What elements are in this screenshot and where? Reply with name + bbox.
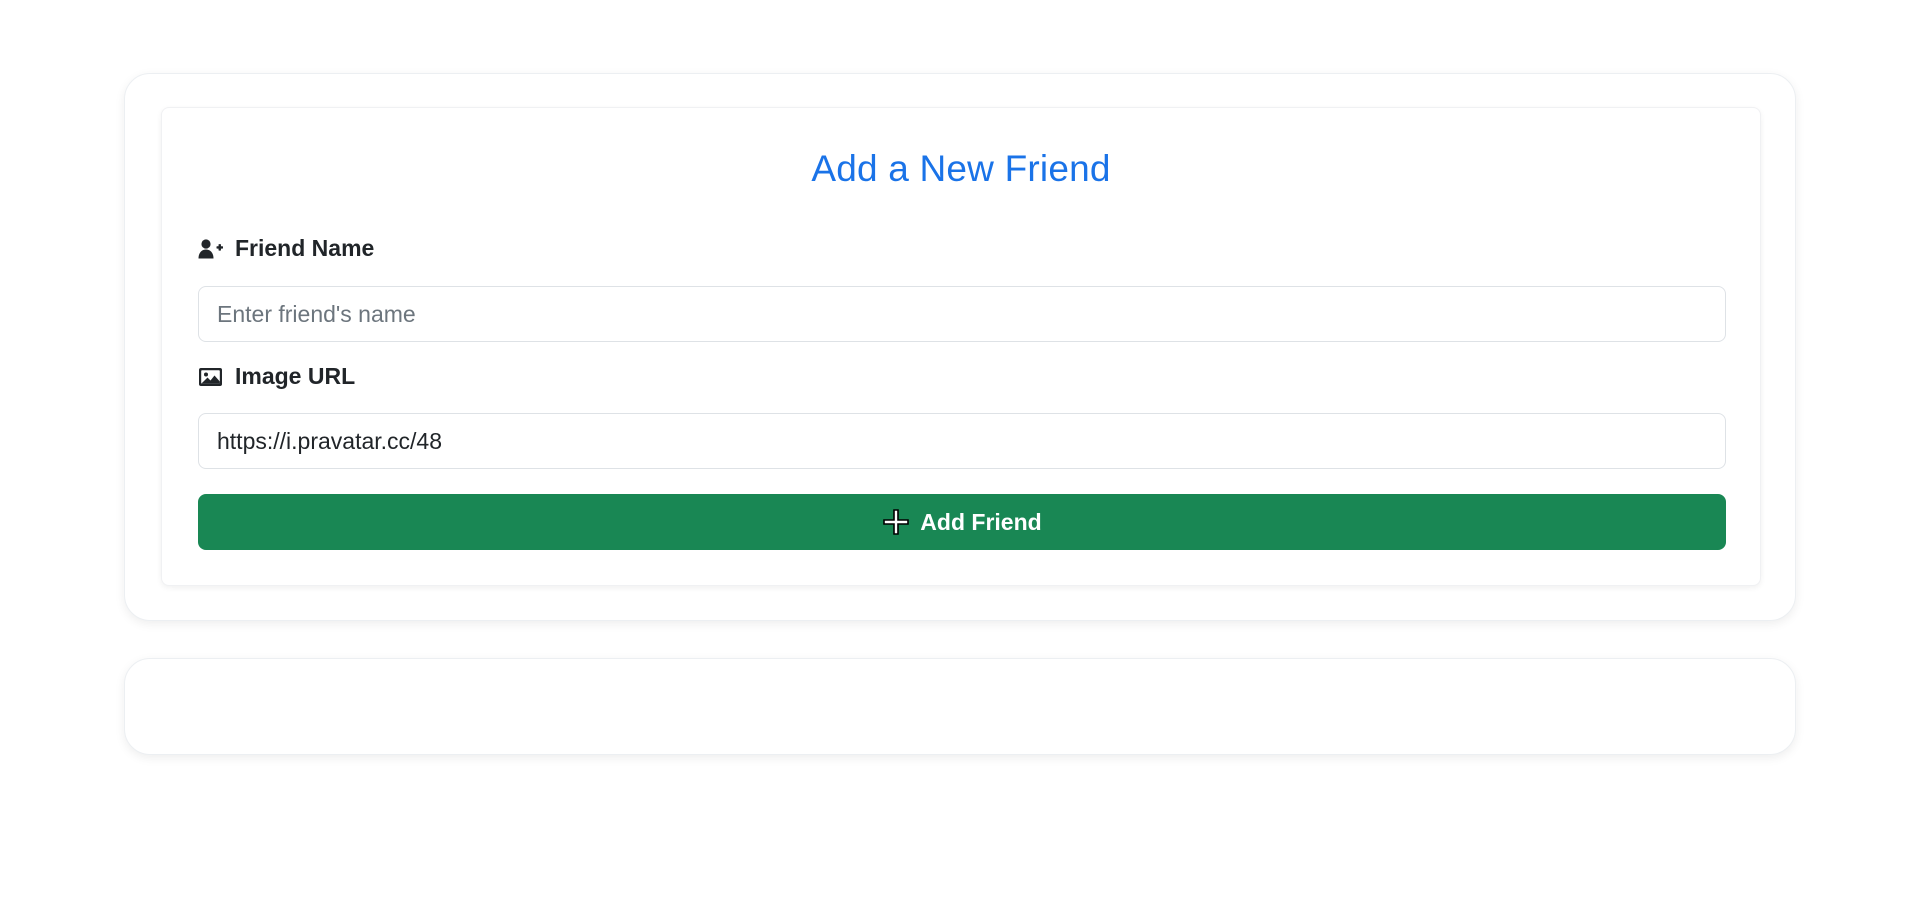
- image-url-label: Image URL: [198, 363, 355, 390]
- add-friend-button-label: Add Friend: [920, 508, 1042, 535]
- friend-name-input[interactable]: [198, 286, 1726, 342]
- add-friend-button[interactable]: Add Friend: [198, 494, 1726, 550]
- friend-name-label: Friend Name: [198, 235, 374, 262]
- image-url-input[interactable]: [198, 413, 1726, 469]
- add-friend-form: Add a New Friend Friend Name Enter frien…: [161, 107, 1761, 586]
- form-title: Add a New Friend: [811, 148, 1111, 189]
- add-friend-panel: Add a New Friend Friend Name Enter frien…: [124, 73, 1796, 621]
- friends-list-card: [124, 658, 1796, 755]
- image-icon: [198, 365, 226, 389]
- friend-name-label-text: Friend Name: [235, 235, 375, 261]
- plus-icon: [882, 508, 910, 536]
- user-plus-icon: [198, 237, 226, 261]
- image-url-label-text: Image URL: [235, 363, 356, 389]
